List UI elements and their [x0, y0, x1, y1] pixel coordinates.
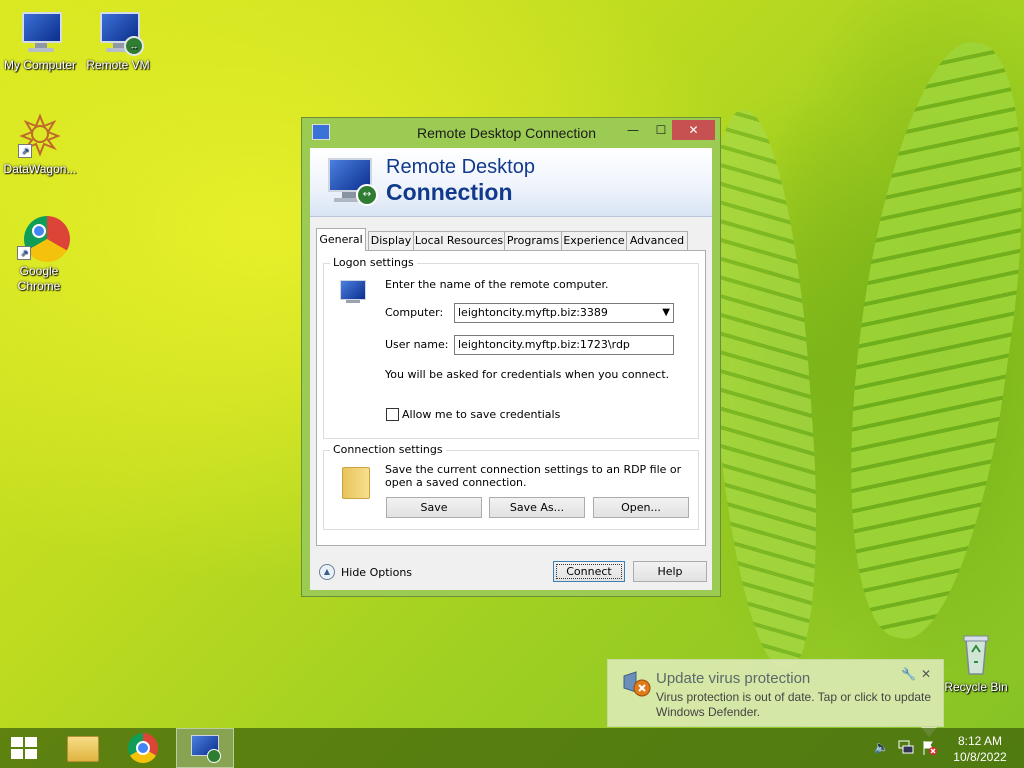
notification-message: Virus protection is out of date. Tap or … [656, 690, 932, 719]
banner-title-line2: Connection [386, 179, 513, 205]
settings-wrench-icon[interactable]: 🔧 [901, 667, 916, 681]
banner-title-line1: Remote Desktop [386, 156, 535, 178]
chrome-icon: ↗ [15, 214, 70, 262]
app-icon [312, 124, 330, 140]
notification-title: Update virus protection [656, 670, 811, 687]
minimize-button[interactable]: — [620, 120, 646, 140]
remote-desktop-icon: ↔ [326, 156, 378, 208]
save-credentials-checkbox[interactable] [386, 408, 399, 421]
taskbar-file-explorer[interactable] [56, 728, 110, 768]
desktop-icon-label: Recycle Bin [944, 680, 1008, 694]
save-as-button[interactable]: Save As... [489, 497, 585, 518]
connection-settings-group: Connection settings Save the current con… [323, 443, 699, 530]
desktop-icon-remote-vm[interactable]: ↔ Remote VM [78, 8, 158, 73]
close-icon[interactable]: ✕ [921, 667, 931, 681]
username-label: User name: [385, 338, 449, 351]
clock-time: 8:12 AM [957, 734, 1003, 748]
clock-date: 10/8/2022 [953, 750, 1007, 764]
wallpaper-leaf [818, 32, 1024, 648]
credentials-note: You will be asked for credentials when y… [385, 368, 670, 381]
recycle-bin-icon [952, 630, 1000, 678]
action-center-flag-icon[interactable] [922, 740, 938, 759]
tab-local-resources[interactable]: Local Resources [413, 231, 505, 250]
desktop-icon-label: DataWagon... [3, 162, 77, 176]
tab-panel-general: Logon settings Enter the name of the rem… [316, 250, 706, 546]
logon-instruction: Enter the name of the remote computer. [385, 278, 609, 291]
windows-logo-icon [11, 737, 38, 759]
shield-warning-icon [622, 670, 652, 698]
system-clock[interactable]: 8:12 AM 10/8/2022 [947, 733, 1013, 765]
desktop-icon-datawagon[interactable]: ↗ DataWagon... [0, 112, 80, 177]
tab-advanced[interactable]: Advanced [626, 231, 688, 250]
save-credentials-label[interactable]: Allow me to save credentials [402, 408, 560, 421]
group-label: Connection settings [330, 443, 446, 456]
chevron-down-icon[interactable]: ▼ [662, 304, 670, 322]
group-label: Logon settings [330, 256, 417, 269]
close-button[interactable]: ✕ [672, 120, 715, 140]
tab-programs[interactable]: Programs [504, 231, 562, 250]
computer-combobox[interactable]: leightoncity.myftp.biz:3389 ▼ [454, 303, 674, 323]
taskbar [0, 728, 1024, 768]
desktop-icon-google-chrome[interactable]: ↗ Google Chrome [0, 214, 78, 294]
file-explorer-icon [67, 736, 99, 762]
desktop-icon-label: Remote VM [86, 58, 150, 72]
save-button[interactable]: Save [386, 497, 482, 518]
connect-button[interactable]: Connect [553, 561, 625, 582]
connection-description: Save the current connection settings to … [385, 463, 682, 489]
taskbar-chrome[interactable] [116, 728, 170, 768]
chrome-icon [128, 733, 158, 763]
folder-icon [342, 467, 370, 499]
start-button[interactable] [0, 728, 54, 768]
hide-options-link[interactable]: Hide Options [341, 566, 412, 579]
desktop-icon-label: Google Chrome [17, 264, 61, 293]
computer-icon [16, 8, 64, 56]
help-button[interactable]: Help [633, 561, 707, 582]
notification-toast[interactable]: Update virus protection Virus protection… [607, 659, 944, 727]
title-bar[interactable]: Remote Desktop Connection — ☐ ✕ [302, 118, 720, 148]
desktop-icon-label: My Computer [3, 58, 77, 72]
rdc-window: Remote Desktop Connection — ☐ ✕ ↔ Remote… [301, 117, 721, 597]
window-client-area: ↔ Remote Desktop Connection General Disp… [310, 148, 712, 590]
remote-desktop-icon [191, 735, 221, 763]
maximize-button[interactable]: ☐ [648, 120, 674, 140]
network-icon[interactable] [898, 740, 914, 757]
computer-value: leightoncity.myftp.biz:3389 [458, 306, 608, 319]
computer-label: Computer: [385, 306, 444, 319]
taskbar-remote-desktop[interactable] [176, 728, 234, 768]
desktop-icon-my-computer[interactable]: My Computer [0, 8, 80, 73]
tab-general[interactable]: General [316, 228, 366, 251]
window-title: Remote Desktop Connection [417, 125, 596, 141]
open-button[interactable]: Open... [593, 497, 689, 518]
computer-icon [338, 278, 368, 306]
banner: ↔ Remote Desktop Connection [310, 148, 712, 217]
volume-muted-icon[interactable]: 🔈 [874, 740, 889, 754]
datawagon-shortcut-icon: ↗ [16, 112, 64, 160]
username-input[interactable]: leightoncity.myftp.biz:1723\rdp [454, 335, 674, 355]
remote-desktop-icon: ↔ [94, 8, 144, 56]
logon-settings-group: Logon settings Enter the name of the rem… [323, 256, 699, 439]
tab-display[interactable]: Display [368, 231, 414, 250]
tab-experience[interactable]: Experience [561, 231, 627, 250]
chevron-up-icon[interactable]: ▲ [319, 564, 335, 580]
desktop-icon-recycle-bin[interactable]: Recycle Bin [936, 630, 1016, 695]
